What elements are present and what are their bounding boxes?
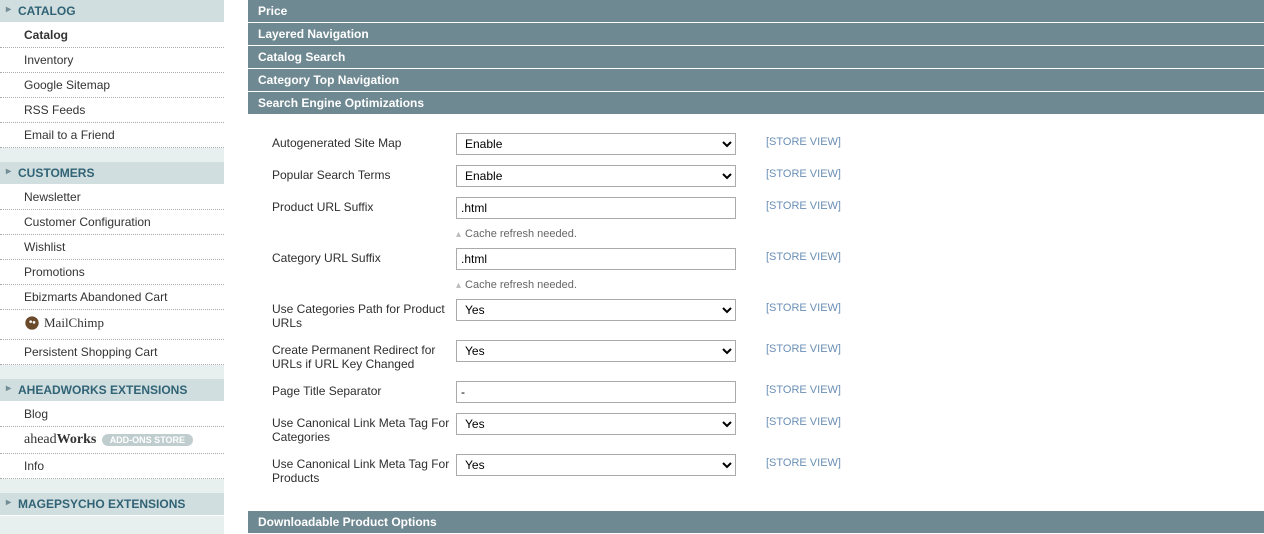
section-bar-seo[interactable]: Search Engine Optimizations [248, 92, 1264, 115]
sidebar-item-rss-feeds[interactable]: RSS Feeds [0, 98, 224, 123]
input-title-separator[interactable] [456, 381, 736, 403]
scope-label: [STORE VIEW] [736, 340, 841, 355]
label-category-url-suffix: Category URL Suffix [248, 248, 456, 265]
label-canonical-cat: Use Canonical Link Meta Tag For Categori… [248, 413, 456, 444]
scope-label: [STORE VIEW] [736, 248, 841, 263]
section-customers-title[interactable]: CUSTOMERS [0, 162, 224, 185]
section-bar-catalog-search[interactable]: Catalog Search [248, 46, 1264, 69]
select-canonical-cat[interactable]: Yes [456, 413, 736, 435]
section-magepsycho-title[interactable]: MAGEPSYCHO EXTENSIONS [0, 493, 224, 516]
sidebar-item-customer-config[interactable]: Customer Configuration [0, 210, 224, 235]
sidebar-item-mailchimp[interactable]: MailChimp [0, 310, 224, 340]
scope-label: [STORE VIEW] [736, 299, 841, 314]
label-autogen-sitemap: Autogenerated Site Map [248, 133, 456, 150]
select-perm-redirect[interactable]: Yes [456, 340, 736, 362]
section-aheadworks-list: Blog aheadWorks ADD-ONS STORE Info [0, 402, 224, 479]
section-bar-layered-navigation[interactable]: Layered Navigation [248, 23, 1264, 46]
sidebar-item-email-friend[interactable]: Email to a Friend [0, 123, 224, 148]
sidebar: CATALOG Catalog Inventory Google Sitemap… [0, 0, 224, 534]
scope-label: [STORE VIEW] [736, 381, 841, 396]
section-aheadworks-title[interactable]: AHEADWORKS EXTENSIONS [0, 379, 224, 402]
sidebar-item-aheadworks-store[interactable]: aheadWorks ADD-ONS STORE [0, 427, 224, 454]
sidebar-item-newsletter[interactable]: Newsletter [0, 185, 224, 210]
scope-label: [STORE VIEW] [736, 197, 841, 212]
input-product-url-suffix[interactable] [456, 197, 736, 219]
section-catalog-list: Catalog Inventory Google Sitemap RSS Fee… [0, 23, 224, 148]
scope-label: [STORE VIEW] [736, 133, 841, 148]
scope-label: [STORE VIEW] [736, 165, 841, 180]
sidebar-item-blog[interactable]: Blog [0, 402, 224, 427]
addons-badge: ADD-ONS STORE [102, 434, 193, 446]
sidebar-item-info[interactable]: Info [0, 454, 224, 479]
label-product-url-suffix: Product URL Suffix [248, 197, 456, 214]
scope-label: [STORE VIEW] [736, 454, 841, 469]
seo-form: Autogenerated Site Map Enable [STORE VIE… [248, 115, 1264, 511]
helper-cache-refresh: Cache refresh needed. [456, 276, 736, 295]
sidebar-item-persistent-cart[interactable]: Persistent Shopping Cart [0, 340, 224, 365]
aheadworks-logo: aheadWorks [24, 432, 96, 447]
sidebar-item-google-sitemap[interactable]: Google Sitemap [0, 73, 224, 98]
sidebar-item-wishlist[interactable]: Wishlist [0, 235, 224, 260]
section-catalog-title[interactable]: CATALOG [0, 0, 224, 23]
select-autogen-sitemap[interactable]: Enable [456, 133, 736, 155]
sidebar-item-catalog[interactable]: Catalog [0, 23, 224, 48]
input-category-url-suffix[interactable] [456, 248, 736, 270]
sidebar-item-ebizmarts[interactable]: Ebizmarts Abandoned Cart [0, 285, 224, 310]
section-bar-downloadable[interactable]: Downloadable Product Options [248, 511, 1264, 534]
select-canonical-prod[interactable]: Yes [456, 454, 736, 476]
label-perm-redirect: Create Permanent Redirect for URLs if UR… [248, 340, 456, 371]
select-use-cat-path[interactable]: Yes [456, 299, 736, 321]
section-bar-category-top-nav[interactable]: Category Top Navigation [248, 69, 1264, 92]
sidebar-item-label: MailChimp [44, 315, 104, 331]
mailchimp-icon [24, 315, 40, 331]
main-panel: Price Layered Navigation Catalog Search … [248, 0, 1264, 534]
scope-label: [STORE VIEW] [736, 413, 841, 428]
helper-cache-refresh: Cache refresh needed. [456, 225, 736, 244]
select-popular-search[interactable]: Enable [456, 165, 736, 187]
sidebar-item-inventory[interactable]: Inventory [0, 48, 224, 73]
label-use-cat-path: Use Categories Path for Product URLs [248, 299, 456, 330]
sidebar-item-promotions[interactable]: Promotions [0, 260, 224, 285]
label-popular-search: Popular Search Terms [248, 165, 456, 182]
label-canonical-prod: Use Canonical Link Meta Tag For Products [248, 454, 456, 485]
section-customers-list: Newsletter Customer Configuration Wishli… [0, 185, 224, 365]
section-bar-price[interactable]: Price [248, 0, 1264, 23]
label-title-separator: Page Title Separator [248, 381, 456, 398]
